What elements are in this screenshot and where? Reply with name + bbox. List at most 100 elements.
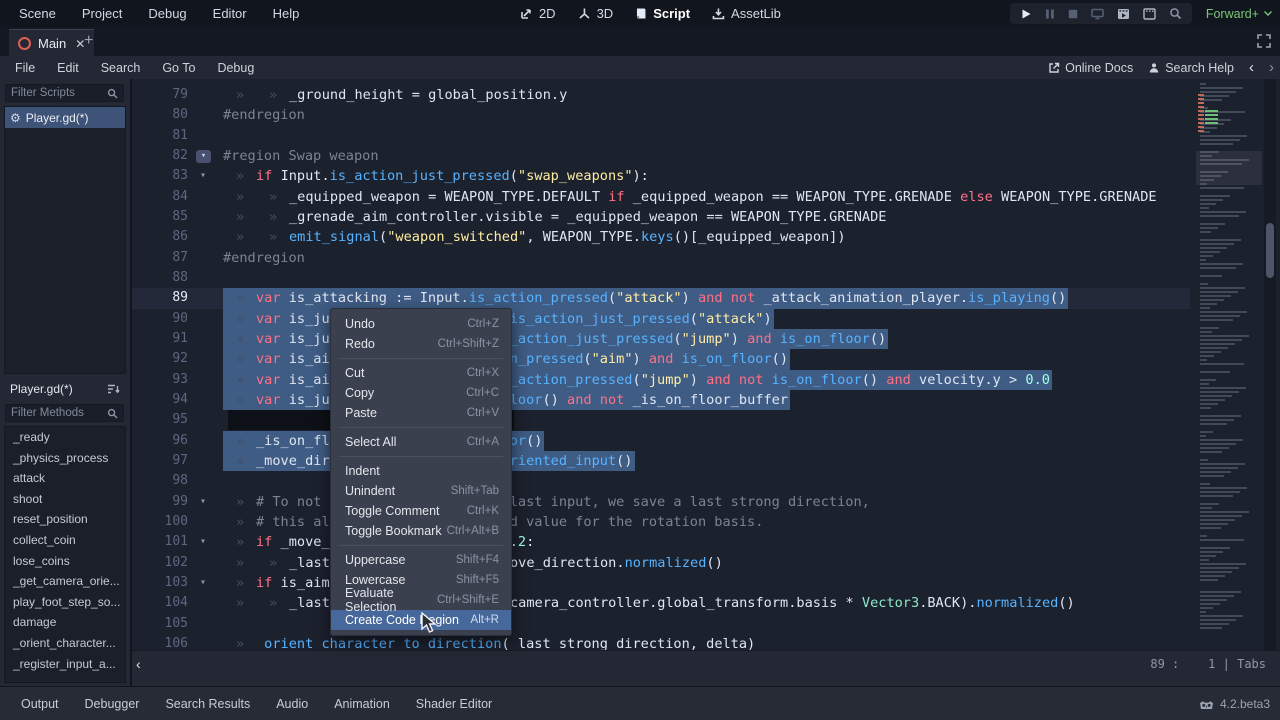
method-item-physics-process[interactable]: _physics_process bbox=[5, 448, 125, 469]
context-menu-item-copy[interactable]: CopyCtrl+C bbox=[331, 383, 511, 403]
context-menu-item-indent[interactable]: Indent bbox=[331, 461, 511, 481]
method-item-collect-coin[interactable]: collect_coin bbox=[5, 530, 125, 551]
version-info: 4.2.beta3 bbox=[1199, 692, 1270, 716]
search-help-button[interactable]: Search Help bbox=[1148, 61, 1234, 75]
code-editor[interactable]: 79»»_ground_height = global_position.y80… bbox=[132, 79, 1280, 650]
bottom-tab-animation[interactable]: Animation bbox=[321, 692, 403, 716]
method-item-orient-character[interactable]: _orient_character... bbox=[5, 633, 125, 654]
minimap-error-mark bbox=[1198, 122, 1204, 124]
context-menu-label: Evaluate Selection bbox=[345, 586, 437, 614]
script-menu-file[interactable]: File bbox=[4, 61, 46, 75]
token: if bbox=[256, 168, 281, 184]
remote-debug-button[interactable] bbox=[1091, 8, 1104, 20]
minimap-bar bbox=[1200, 571, 1232, 573]
context-menu-item-cut[interactable]: CutCtrl+X bbox=[331, 363, 511, 383]
godot-editor-window: SceneProjectDebugEditorHelp 2D 3D Script… bbox=[0, 0, 1280, 720]
distraction-free-icon[interactable] bbox=[1257, 34, 1271, 48]
minimap-bar bbox=[1200, 263, 1243, 265]
context-menu-shortcut: Shift+Tab bbox=[451, 485, 499, 497]
sort-methods-icon[interactable] bbox=[107, 383, 120, 395]
token: _grenade_aim_controller.visible = _equip… bbox=[289, 209, 886, 225]
token: () bbox=[542, 392, 567, 408]
context-menu-item-paste[interactable]: PasteCtrl+V bbox=[331, 403, 511, 423]
token: var bbox=[256, 351, 281, 367]
method-item-register-input-a[interactable]: _register_input_a... bbox=[5, 654, 125, 675]
editor-scrollbar[interactable] bbox=[1264, 79, 1276, 650]
context-menu-label: Paste bbox=[345, 406, 377, 420]
menu-scene[interactable]: Scene bbox=[6, 6, 69, 21]
context-menu-item-toggle-bookmark[interactable]: Toggle BookmarkCtrl+Alt+B bbox=[331, 521, 511, 541]
context-menu-item-toggle-comment[interactable]: Toggle CommentCtrl+K bbox=[331, 501, 511, 521]
tab-indent-mark: » bbox=[223, 187, 256, 207]
menu-debug[interactable]: Debug bbox=[135, 6, 199, 21]
minimap-error-mark bbox=[1198, 130, 1204, 132]
filter-methods-input[interactable]: Filter Methods bbox=[5, 404, 124, 422]
minimap-bar bbox=[1200, 307, 1210, 309]
pause-button[interactable] bbox=[1045, 8, 1055, 20]
method-item-shoot[interactable]: shoot bbox=[5, 489, 125, 510]
renderer-select[interactable]: Forward+ bbox=[1206, 0, 1272, 27]
minimap-bar bbox=[1200, 575, 1225, 577]
workspace-2d-button[interactable]: 2D bbox=[520, 6, 556, 21]
add-scene-tab-button[interactable]: + bbox=[84, 33, 93, 49]
fold-arrow-icon[interactable]: ▾ bbox=[194, 492, 212, 512]
history-forward-button[interactable]: › bbox=[1269, 60, 1274, 75]
scrollbar-thumb[interactable] bbox=[1266, 223, 1274, 278]
workspace-3d-button[interactable]: 3D bbox=[578, 6, 614, 21]
stop-button[interactable] bbox=[1068, 8, 1078, 20]
bottom-tab-audio[interactable]: Audio bbox=[263, 692, 321, 716]
script-menu-search[interactable]: Search bbox=[90, 61, 152, 75]
fold-arrow-icon[interactable]: ▾ bbox=[194, 166, 212, 186]
context-menu-shortcut: Ctrl+C bbox=[466, 387, 499, 399]
play-button[interactable] bbox=[1020, 8, 1032, 20]
method-item-play-foot-step-so[interactable]: play_foot_step_so... bbox=[5, 592, 125, 613]
context-menu-item-unindent[interactable]: UnindentShift+Tab bbox=[331, 481, 511, 501]
menu-editor[interactable]: Editor bbox=[200, 6, 260, 21]
play-custom-scene-button[interactable] bbox=[1143, 8, 1156, 20]
menu-project[interactable]: Project bbox=[69, 6, 135, 21]
script-menu-edit[interactable]: Edit bbox=[46, 61, 90, 75]
workspace-script-button[interactable]: Script bbox=[635, 6, 690, 21]
code-line: 81 bbox=[132, 126, 1280, 146]
method-item-get-camera-orie[interactable]: _get_camera_orie... bbox=[5, 571, 125, 592]
code-line: 92»var is_aiming := Input.is_action_pres… bbox=[132, 349, 1280, 369]
filter-scripts-input[interactable]: Filter Scripts bbox=[5, 84, 124, 102]
minimap-bar bbox=[1200, 139, 1240, 141]
script-menu-debug[interactable]: Debug bbox=[206, 61, 265, 75]
workspace-assetlib-button[interactable]: AssetLib bbox=[712, 6, 781, 21]
bottom-tab-debugger[interactable]: Debugger bbox=[72, 692, 153, 716]
menu-help[interactable]: Help bbox=[260, 6, 313, 21]
method-item-reset-position[interactable]: reset_position bbox=[5, 509, 125, 530]
method-item-lose-coins[interactable]: lose_coins bbox=[5, 551, 125, 572]
context-menu-item-select-all[interactable]: Select AllCtrl+A bbox=[331, 432, 511, 452]
context-menu-item-evaluate-selection[interactable]: Evaluate SelectionCtrl+Shift+E bbox=[331, 590, 511, 610]
context-menu-item-redo[interactable]: RedoCtrl+Shift+Z bbox=[331, 334, 511, 354]
method-item-damage[interactable]: damage bbox=[5, 612, 125, 633]
scene-tab-main[interactable]: Main ✕ bbox=[9, 29, 94, 57]
play-scene-button[interactable] bbox=[1117, 8, 1130, 20]
bottom-tab-search-results[interactable]: Search Results bbox=[152, 692, 263, 716]
code-minimap[interactable] bbox=[1196, 79, 1262, 650]
token bbox=[772, 331, 780, 347]
context-menu-item-undo[interactable]: UndoCtrl+Z bbox=[331, 314, 511, 334]
script-item-label: Player.gd(*) bbox=[26, 111, 89, 125]
token: var bbox=[256, 372, 281, 388]
minimap-bar bbox=[1200, 627, 1222, 629]
online-docs-button[interactable]: Online Docs bbox=[1048, 61, 1133, 75]
minimap-bar bbox=[1200, 459, 1208, 461]
script-item-player-gd[interactable]: ⚙Player.gd(*) bbox=[5, 107, 125, 128]
bottom-tab-shader-editor[interactable]: Shader Editor bbox=[403, 692, 505, 716]
method-item-ready[interactable]: _ready bbox=[5, 427, 125, 448]
collapse-scripts-panel-button[interactable]: ‹ bbox=[136, 656, 141, 672]
code-line: 86»»emit_signal("weapon_switched", WEAPO… bbox=[132, 227, 1280, 247]
fold-arrow-icon[interactable]: ▾ bbox=[194, 573, 212, 593]
code-region-fold-icon[interactable]: ▾ bbox=[196, 150, 211, 163]
minimap-bar bbox=[1200, 319, 1233, 321]
method-item-attack[interactable]: attack bbox=[5, 468, 125, 489]
movie-maker-button[interactable] bbox=[1169, 7, 1182, 20]
fold-arrow-icon[interactable]: ▾ bbox=[194, 532, 212, 552]
history-back-button[interactable]: ‹ bbox=[1249, 60, 1254, 75]
script-menu-go-to[interactable]: Go To bbox=[151, 61, 206, 75]
bottom-tab-output[interactable]: Output bbox=[8, 692, 72, 716]
context-menu-item-uppercase[interactable]: UppercaseShift+F4 bbox=[331, 550, 511, 570]
